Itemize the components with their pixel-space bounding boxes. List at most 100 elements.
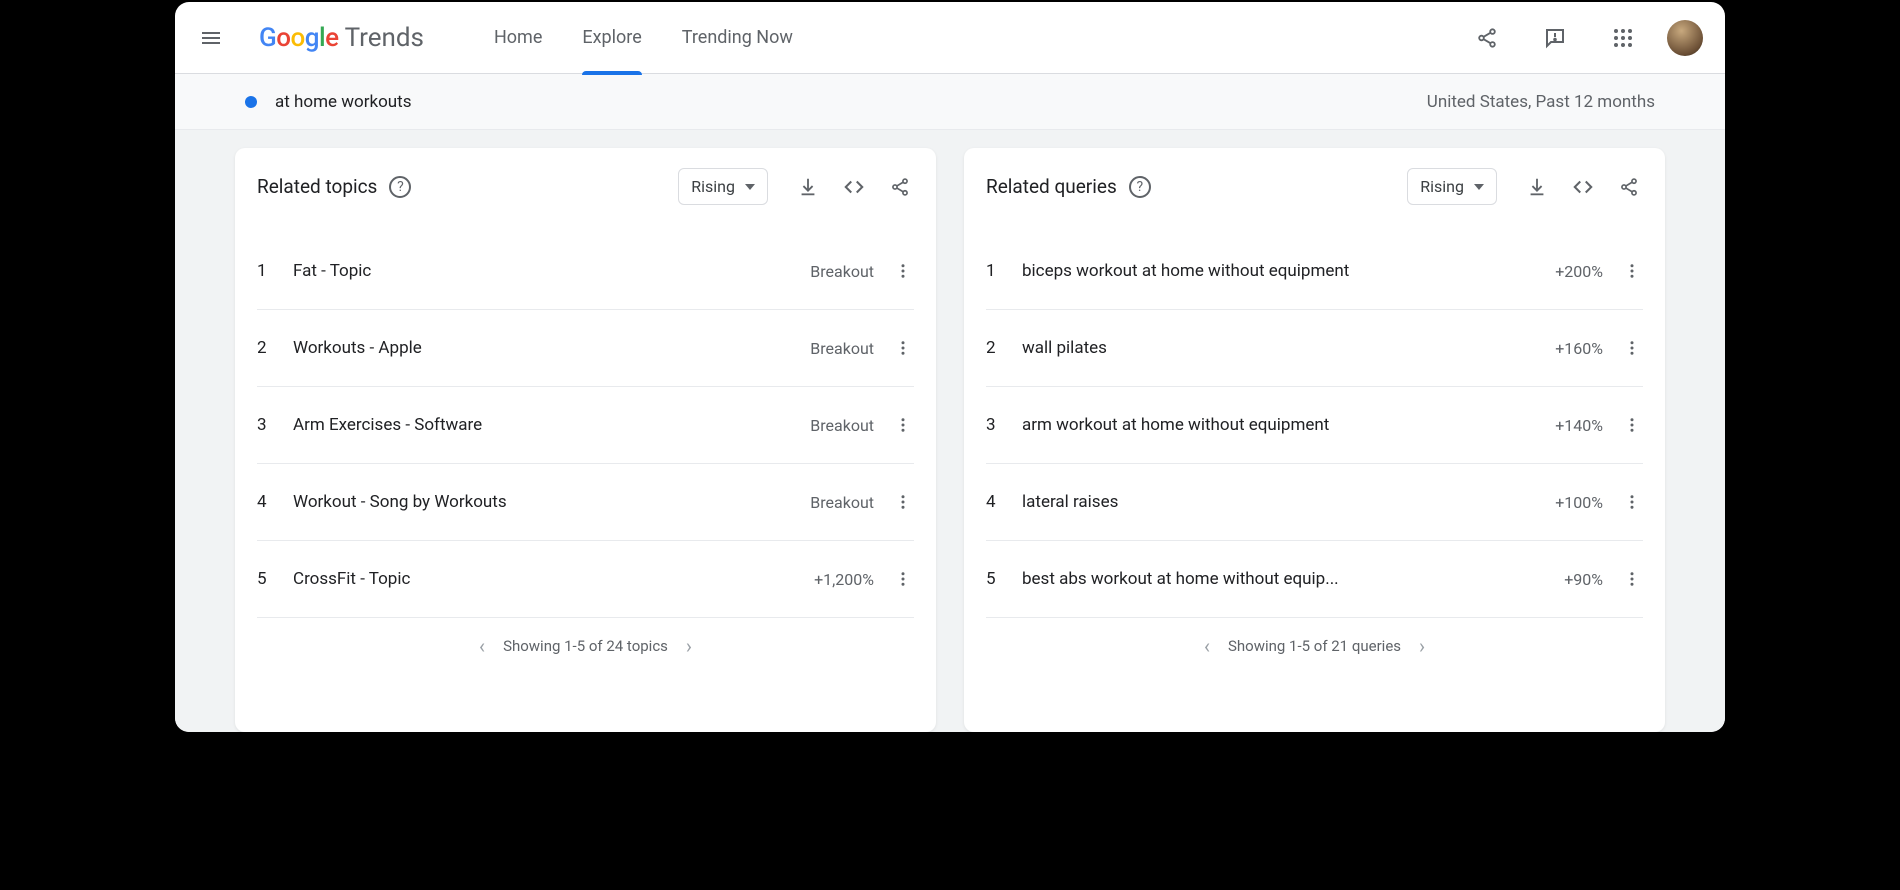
more-button[interactable] — [1621, 339, 1643, 357]
list-item[interactable]: 4 lateral raises +100% — [986, 464, 1643, 541]
share-button[interactable] — [1463, 14, 1511, 62]
app-header: Google Trends Home Explore Trending Now — [175, 2, 1725, 74]
list-item[interactable]: 1 Fat - Topic Breakout — [257, 233, 914, 310]
share-icon — [1619, 177, 1639, 197]
list-item[interactable]: 5 CrossFit - Topic +1,200% — [257, 541, 914, 618]
card-title: Related topics — [257, 175, 377, 198]
card-header: Related queries ? Rising — [986, 168, 1643, 205]
share-icon — [1476, 27, 1498, 49]
list-item[interactable]: 3 arm workout at home without equipment … — [986, 387, 1643, 464]
search-term: at home workouts — [275, 92, 411, 112]
rank: 4 — [257, 492, 275, 512]
help-icon[interactable]: ? — [389, 176, 411, 198]
more-button[interactable] — [1621, 493, 1643, 511]
prev-page-button[interactable]: ‹ — [479, 634, 485, 658]
nav-explore[interactable]: Explore — [582, 2, 641, 74]
queries-list: 1 biceps workout at home without equipme… — [986, 233, 1643, 618]
more-vert-icon — [1623, 493, 1641, 511]
prev-page-button[interactable]: ‹ — [1204, 634, 1210, 658]
rank: 5 — [986, 569, 1004, 589]
embed-button[interactable] — [1569, 173, 1597, 201]
more-vert-icon — [894, 416, 912, 434]
logo[interactable]: Google Trends — [259, 23, 424, 53]
item-metric: +140% — [1555, 416, 1603, 435]
more-vert-icon — [894, 493, 912, 511]
sort-label: Rising — [691, 177, 735, 196]
more-button[interactable] — [892, 570, 914, 588]
related-queries-card: Related queries ? Rising — [964, 148, 1665, 732]
item-metric: +160% — [1555, 339, 1603, 358]
list-item[interactable]: 2 wall pilates +160% — [986, 310, 1643, 387]
logo-trends: Trends — [345, 23, 424, 53]
item-label: CrossFit - Topic — [293, 569, 796, 589]
help-icon[interactable]: ? — [1129, 176, 1151, 198]
item-metric: +100% — [1555, 493, 1603, 512]
item-label: wall pilates — [1022, 338, 1537, 358]
apps-grid-icon — [1613, 28, 1633, 48]
list-item[interactable]: 2 Workouts - Apple Breakout — [257, 310, 914, 387]
apps-button[interactable] — [1599, 14, 1647, 62]
share-panel-button[interactable] — [1615, 173, 1643, 201]
menu-button[interactable] — [187, 14, 235, 62]
item-label: arm workout at home without equipment — [1022, 415, 1537, 435]
list-item[interactable]: 3 Arm Exercises - Software Breakout — [257, 387, 914, 464]
code-icon — [1571, 176, 1595, 198]
more-vert-icon — [1623, 416, 1641, 434]
more-vert-icon — [894, 262, 912, 280]
nav-home[interactable]: Home — [494, 2, 542, 74]
more-button[interactable] — [892, 416, 914, 434]
nav-trending-now[interactable]: Trending Now — [682, 2, 793, 74]
share-panel-button[interactable] — [886, 173, 914, 201]
embed-button[interactable] — [840, 173, 868, 201]
more-button[interactable] — [892, 339, 914, 357]
item-metric: +1,200% — [814, 570, 874, 589]
item-metric: Breakout — [810, 493, 874, 512]
rank: 2 — [257, 338, 275, 358]
list-item[interactable]: 5 best abs workout at home without equip… — [986, 541, 1643, 618]
feedback-button[interactable] — [1531, 14, 1579, 62]
rank: 1 — [986, 261, 1004, 281]
item-metric: Breakout — [810, 416, 874, 435]
next-page-button[interactable]: › — [686, 634, 692, 658]
more-vert-icon — [894, 339, 912, 357]
download-button[interactable] — [794, 173, 822, 201]
sort-label: Rising — [1420, 177, 1464, 196]
hamburger-icon — [199, 26, 223, 50]
list-item[interactable]: 1 biceps workout at home without equipme… — [986, 233, 1643, 310]
sort-select[interactable]: Rising — [678, 168, 768, 205]
rank: 3 — [986, 415, 1004, 435]
item-label: Workouts - Apple — [293, 338, 792, 358]
pager-label: Showing 1-5 of 24 topics — [503, 637, 668, 655]
item-label: Arm Exercises - Software — [293, 415, 792, 435]
rank: 4 — [986, 492, 1004, 512]
pager: ‹ Showing 1-5 of 21 queries › — [986, 618, 1643, 674]
feedback-icon — [1543, 26, 1567, 50]
download-button[interactable] — [1523, 173, 1551, 201]
context-bar: at home workouts United States, Past 12 … — [175, 74, 1725, 130]
item-metric: +90% — [1564, 570, 1603, 589]
more-vert-icon — [1623, 570, 1641, 588]
item-label: biceps workout at home without equipment — [1022, 261, 1537, 281]
item-metric: Breakout — [810, 339, 874, 358]
sort-select[interactable]: Rising — [1407, 168, 1497, 205]
rank: 1 — [257, 261, 275, 281]
pager-label: Showing 1-5 of 21 queries — [1228, 637, 1401, 655]
scope-label: United States, Past 12 months — [1427, 92, 1655, 112]
pager: ‹ Showing 1-5 of 24 topics › — [257, 618, 914, 674]
more-button[interactable] — [892, 262, 914, 280]
item-label: lateral raises — [1022, 492, 1537, 512]
more-button[interactable] — [1621, 416, 1643, 434]
item-metric: Breakout — [810, 262, 874, 281]
rank: 3 — [257, 415, 275, 435]
download-icon — [1526, 176, 1548, 198]
more-button[interactable] — [892, 493, 914, 511]
more-button[interactable] — [1621, 262, 1643, 280]
more-vert-icon — [894, 570, 912, 588]
next-page-button[interactable]: › — [1419, 634, 1425, 658]
item-label: best abs workout at home without equip..… — [1022, 569, 1546, 589]
list-item[interactable]: 4 Workout - Song by Workouts Breakout — [257, 464, 914, 541]
rank: 2 — [986, 338, 1004, 358]
term-color-dot — [245, 96, 257, 108]
account-avatar[interactable] — [1667, 20, 1703, 56]
more-button[interactable] — [1621, 570, 1643, 588]
